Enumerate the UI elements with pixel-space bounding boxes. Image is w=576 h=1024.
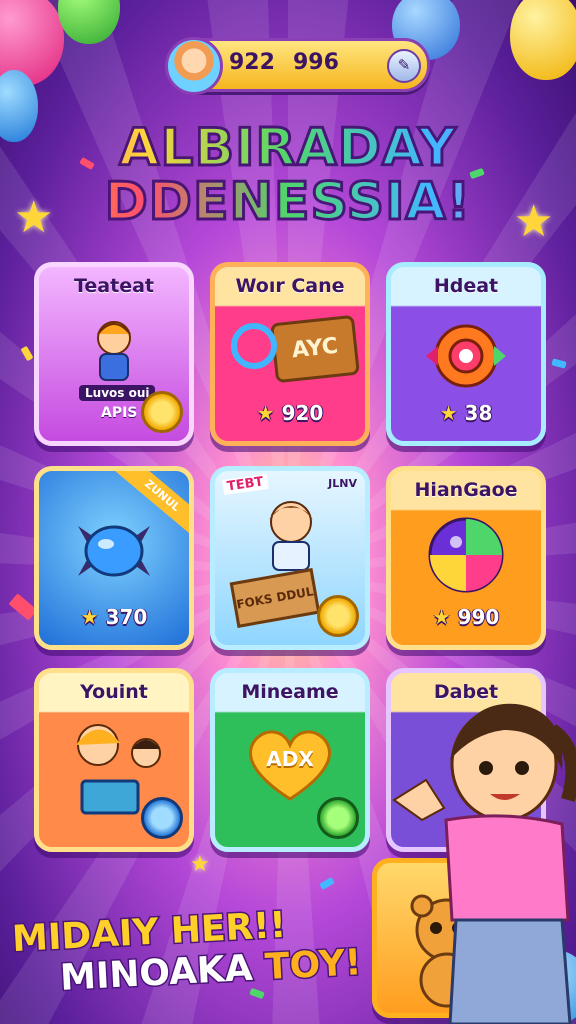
star-coin-icon xyxy=(317,797,359,839)
game-card-1[interactable]: Teateat Luvos oui APIS xyxy=(34,262,194,446)
player-avatar[interactable] xyxy=(165,37,223,95)
game-card-5[interactable]: TEBT JLNV FOKS DDUL xyxy=(210,466,370,650)
currency-bar[interactable]: 922 996 ✎ xyxy=(165,37,430,95)
card-tag-2: JLNV xyxy=(328,477,357,490)
card-label: Teateat xyxy=(73,275,155,297)
girl-mascot-icon xyxy=(392,703,576,1024)
card-score: ★ 920 xyxy=(256,401,324,425)
coin-count: 922 xyxy=(229,50,275,75)
game-card-6[interactable]: HianGaoe ★ 990 xyxy=(386,466,546,650)
game-card-4[interactable]: ZUNUL ★ 370 xyxy=(34,466,194,650)
card-label: Woır Cane xyxy=(235,275,345,297)
card-label: Mineame xyxy=(241,681,339,703)
heart-text: ADX xyxy=(266,747,314,771)
coin-icon xyxy=(317,595,359,637)
card-label: Youint xyxy=(80,681,148,703)
card-score: ★ 370 xyxy=(80,605,148,629)
game-title-line1: ALBIRADAY xyxy=(0,117,576,180)
game-title-line2: DDENESSIA! xyxy=(0,171,576,234)
candy-wheel-icon xyxy=(428,517,504,593)
magic-orb-icon xyxy=(426,324,506,388)
game-card-8[interactable]: Mineame ADX xyxy=(210,668,370,852)
banner-line2-b: TOY! xyxy=(262,941,363,990)
coin-icon xyxy=(141,391,183,433)
card-sign-text: AYC xyxy=(290,333,340,364)
card-box-text: FOKS DDUL xyxy=(235,584,315,612)
coin-icon xyxy=(141,797,183,839)
game-card-3[interactable]: Hdeat ★ 38 xyxy=(386,262,546,446)
gem-count: 996 xyxy=(293,50,339,75)
gem-orb-icon xyxy=(78,525,150,577)
ring-icon xyxy=(231,323,277,369)
card-sublabel: Luvos oui xyxy=(79,385,156,401)
card-label: HianGaoe xyxy=(414,479,518,501)
card-score: ★ 38 xyxy=(439,401,493,425)
balloon-yellow xyxy=(510,0,576,80)
game-card-7[interactable]: Youint xyxy=(34,668,194,852)
kid-character-icon xyxy=(97,320,131,381)
star-icon: ★ xyxy=(190,852,210,877)
shop-icon[interactable]: ✎ xyxy=(387,49,421,83)
card-tag: TEBT xyxy=(222,473,269,496)
game-card-2[interactable]: Woır Cane AYC ★ 920 xyxy=(210,262,370,446)
card-score: ★ 990 xyxy=(432,605,500,629)
card-label: Hdeat xyxy=(433,275,499,297)
card-sublabel-2: APIS xyxy=(101,405,138,421)
card-sign: AYC xyxy=(270,314,360,384)
